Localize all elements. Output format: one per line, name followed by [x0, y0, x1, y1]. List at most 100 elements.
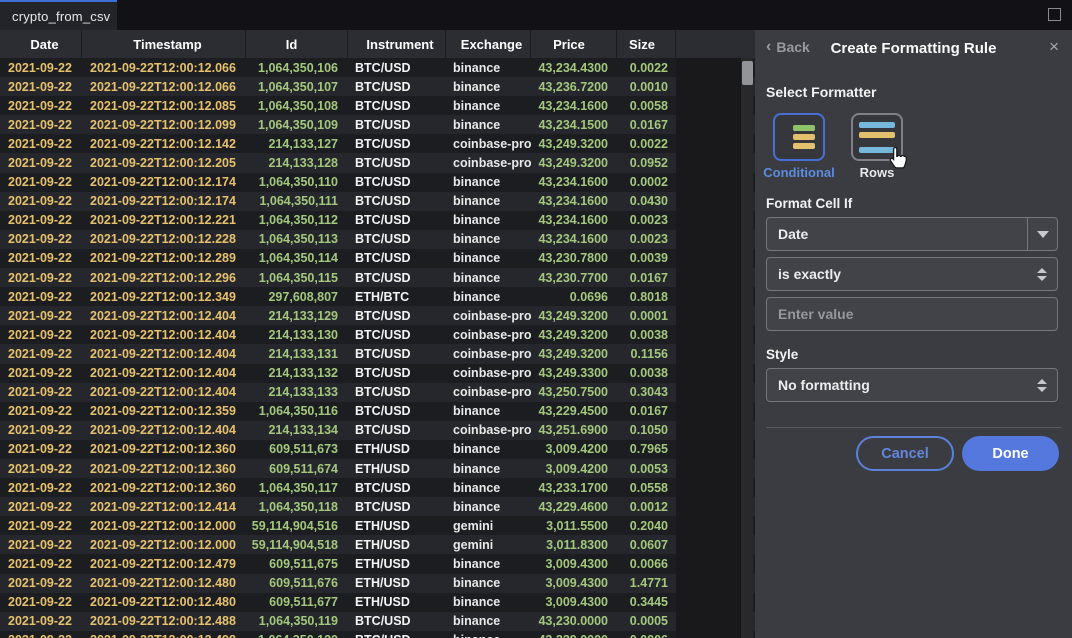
cell-price[interactable]: 43,234.1600 — [531, 211, 617, 230]
cell-date[interactable]: 2021-09-22 — [0, 306, 82, 325]
cell-exch[interactable]: coinbase-pro — [446, 421, 531, 440]
cell-size[interactable]: 0.0006 — [617, 631, 676, 638]
cell-inst[interactable]: BTC/USD — [348, 344, 446, 363]
cell-price[interactable]: 3,009.4300 — [531, 593, 617, 612]
column-dropdown[interactable]: Date — [766, 217, 1058, 251]
table-row[interactable]: 2021-09-222021-09-22T12:00:12.404214,133… — [0, 383, 755, 402]
tab-crypto-from-csv[interactable]: crypto_from_csv — [0, 0, 117, 30]
cell-inst[interactable]: BTC/USD — [348, 77, 446, 96]
cell-inst[interactable]: ETH/USD — [348, 459, 446, 478]
cell-id[interactable]: 214,133,131 — [246, 344, 348, 363]
table-row[interactable]: 2021-09-222021-09-22T12:00:12.404214,133… — [0, 306, 755, 325]
cell-size[interactable]: 0.2040 — [617, 516, 676, 535]
cell-ts[interactable]: 2021-09-22T12:00:12.404 — [82, 306, 246, 325]
cell-price[interactable]: 43,230.7800 — [531, 249, 617, 268]
cell-inst[interactable]: BTC/USD — [348, 173, 446, 192]
cell-size[interactable]: 0.0058 — [617, 96, 676, 115]
cell-size[interactable]: 0.0053 — [617, 459, 676, 478]
cell-id[interactable]: 1,064,350,111 — [246, 192, 348, 211]
cell-exch[interactable]: binance — [446, 115, 531, 134]
column-header-date[interactable]: Date — [0, 30, 82, 58]
table-row[interactable]: 2021-09-222021-09-22T12:00:12.360609,511… — [0, 459, 755, 478]
cell-inst[interactable]: BTC/USD — [348, 478, 446, 497]
cell-price[interactable]: 43,234.1600 — [531, 192, 617, 211]
cell-inst[interactable]: BTC/USD — [348, 134, 446, 153]
cell-size[interactable]: 0.0167 — [617, 115, 676, 134]
cell-ts[interactable]: 2021-09-22T12:00:12.066 — [82, 77, 246, 96]
cell-id[interactable]: 1,064,350,118 — [246, 497, 348, 516]
table-row[interactable]: 2021-09-222021-09-22T12:00:12.4881,064,3… — [0, 612, 755, 631]
cell-date[interactable]: 2021-09-22 — [0, 173, 82, 192]
cell-inst[interactable]: BTC/USD — [348, 211, 446, 230]
cell-id[interactable]: 609,511,673 — [246, 440, 348, 459]
cell-size[interactable]: 0.7965 — [617, 440, 676, 459]
cell-inst[interactable]: BTC/USD — [348, 58, 446, 77]
table-row[interactable]: 2021-09-222021-09-22T12:00:12.00059,114,… — [0, 535, 755, 554]
cell-ts[interactable]: 2021-09-22T12:00:12.480 — [82, 574, 246, 593]
cell-id[interactable]: 1,064,350,113 — [246, 230, 348, 249]
formatter-conditional-card[interactable] — [773, 113, 825, 161]
cell-price[interactable]: 43,234.1600 — [531, 96, 617, 115]
cell-price[interactable]: 43,230.0000 — [531, 612, 617, 631]
cell-size[interactable]: 0.0012 — [617, 497, 676, 516]
cell-exch[interactable]: binance — [446, 211, 531, 230]
cell-inst[interactable]: ETH/USD — [348, 535, 446, 554]
table-row[interactable]: 2021-09-222021-09-22T12:00:12.2891,064,3… — [0, 249, 755, 268]
cell-exch[interactable]: binance — [446, 58, 531, 77]
cell-size[interactable]: 0.1050 — [617, 421, 676, 440]
cell-size[interactable]: 0.0022 — [617, 134, 676, 153]
table-row[interactable]: 2021-09-222021-09-22T12:00:12.0661,064,3… — [0, 58, 755, 77]
formatter-rows-card[interactable] — [851, 113, 903, 161]
cell-id[interactable]: 59,114,904,518 — [246, 535, 348, 554]
column-header-id[interactable]: Id — [246, 30, 348, 58]
cell-size[interactable]: 0.0010 — [617, 77, 676, 96]
cell-exch[interactable]: binance — [446, 192, 531, 211]
cell-price[interactable]: 43,250.7500 — [531, 383, 617, 402]
table-row[interactable]: 2021-09-222021-09-22T12:00:12.0661,064,3… — [0, 77, 755, 96]
cell-exch[interactable]: coinbase-pro — [446, 325, 531, 344]
cell-inst[interactable]: BTC/USD — [348, 153, 446, 172]
cell-exch[interactable]: gemini — [446, 516, 531, 535]
cell-price[interactable]: 43,249.3200 — [531, 134, 617, 153]
cell-exch[interactable]: binance — [446, 478, 531, 497]
cell-date[interactable]: 2021-09-22 — [0, 631, 82, 638]
cell-exch[interactable]: binance — [446, 593, 531, 612]
table-row[interactable]: 2021-09-222021-09-22T12:00:12.1741,064,3… — [0, 192, 755, 211]
cell-price[interactable]: 3,009.4300 — [531, 574, 617, 593]
cell-id[interactable]: 1,064,350,108 — [246, 96, 348, 115]
cell-exch[interactable]: binance — [446, 497, 531, 516]
cell-price[interactable]: 43,249.3300 — [531, 364, 617, 383]
cell-price[interactable]: 43,236.7200 — [531, 77, 617, 96]
cell-ts[interactable]: 2021-09-22T12:00:12.289 — [82, 249, 246, 268]
cell-id[interactable]: 214,133,133 — [246, 383, 348, 402]
cell-price[interactable]: 43,234.1600 — [531, 173, 617, 192]
table-row[interactable]: 2021-09-222021-09-22T12:00:12.360609,511… — [0, 440, 755, 459]
cell-exch[interactable]: binance — [446, 77, 531, 96]
vertical-scrollbar[interactable] — [740, 58, 753, 638]
cell-price[interactable]: 43,229.0000 — [531, 631, 617, 638]
cell-id[interactable]: 214,133,130 — [246, 325, 348, 344]
cell-inst[interactable]: ETH/USD — [348, 593, 446, 612]
table-row[interactable]: 2021-09-222021-09-22T12:00:12.3591,064,3… — [0, 402, 755, 421]
cell-id[interactable]: 1,064,350,115 — [246, 268, 348, 287]
table-row[interactable]: 2021-09-222021-09-22T12:00:12.00059,114,… — [0, 516, 755, 535]
cell-id[interactable]: 1,064,350,120 — [246, 631, 348, 638]
cell-id[interactable]: 1,064,350,109 — [246, 115, 348, 134]
cell-date[interactable]: 2021-09-22 — [0, 554, 82, 573]
cell-id[interactable]: 1,064,350,107 — [246, 77, 348, 96]
dropdown-arrow-section[interactable] — [1027, 218, 1057, 250]
cell-ts[interactable]: 2021-09-22T12:00:12.404 — [82, 325, 246, 344]
cell-ts[interactable]: 2021-09-22T12:00:12.099 — [82, 115, 246, 134]
column-header-ts[interactable]: Timestamp — [82, 30, 246, 58]
cell-date[interactable]: 2021-09-22 — [0, 593, 82, 612]
cell-ts[interactable]: 2021-09-22T12:00:12.000 — [82, 535, 246, 554]
scrollbar-thumb[interactable] — [742, 61, 753, 85]
cell-inst[interactable]: ETH/USD — [348, 440, 446, 459]
cell-date[interactable]: 2021-09-22 — [0, 364, 82, 383]
cell-size[interactable]: 0.0039 — [617, 249, 676, 268]
cancel-button[interactable]: Cancel — [856, 436, 954, 471]
cell-price[interactable]: 43,251.6900 — [531, 421, 617, 440]
cell-date[interactable]: 2021-09-22 — [0, 574, 82, 593]
cell-date[interactable]: 2021-09-22 — [0, 287, 82, 306]
cell-exch[interactable]: binance — [446, 574, 531, 593]
